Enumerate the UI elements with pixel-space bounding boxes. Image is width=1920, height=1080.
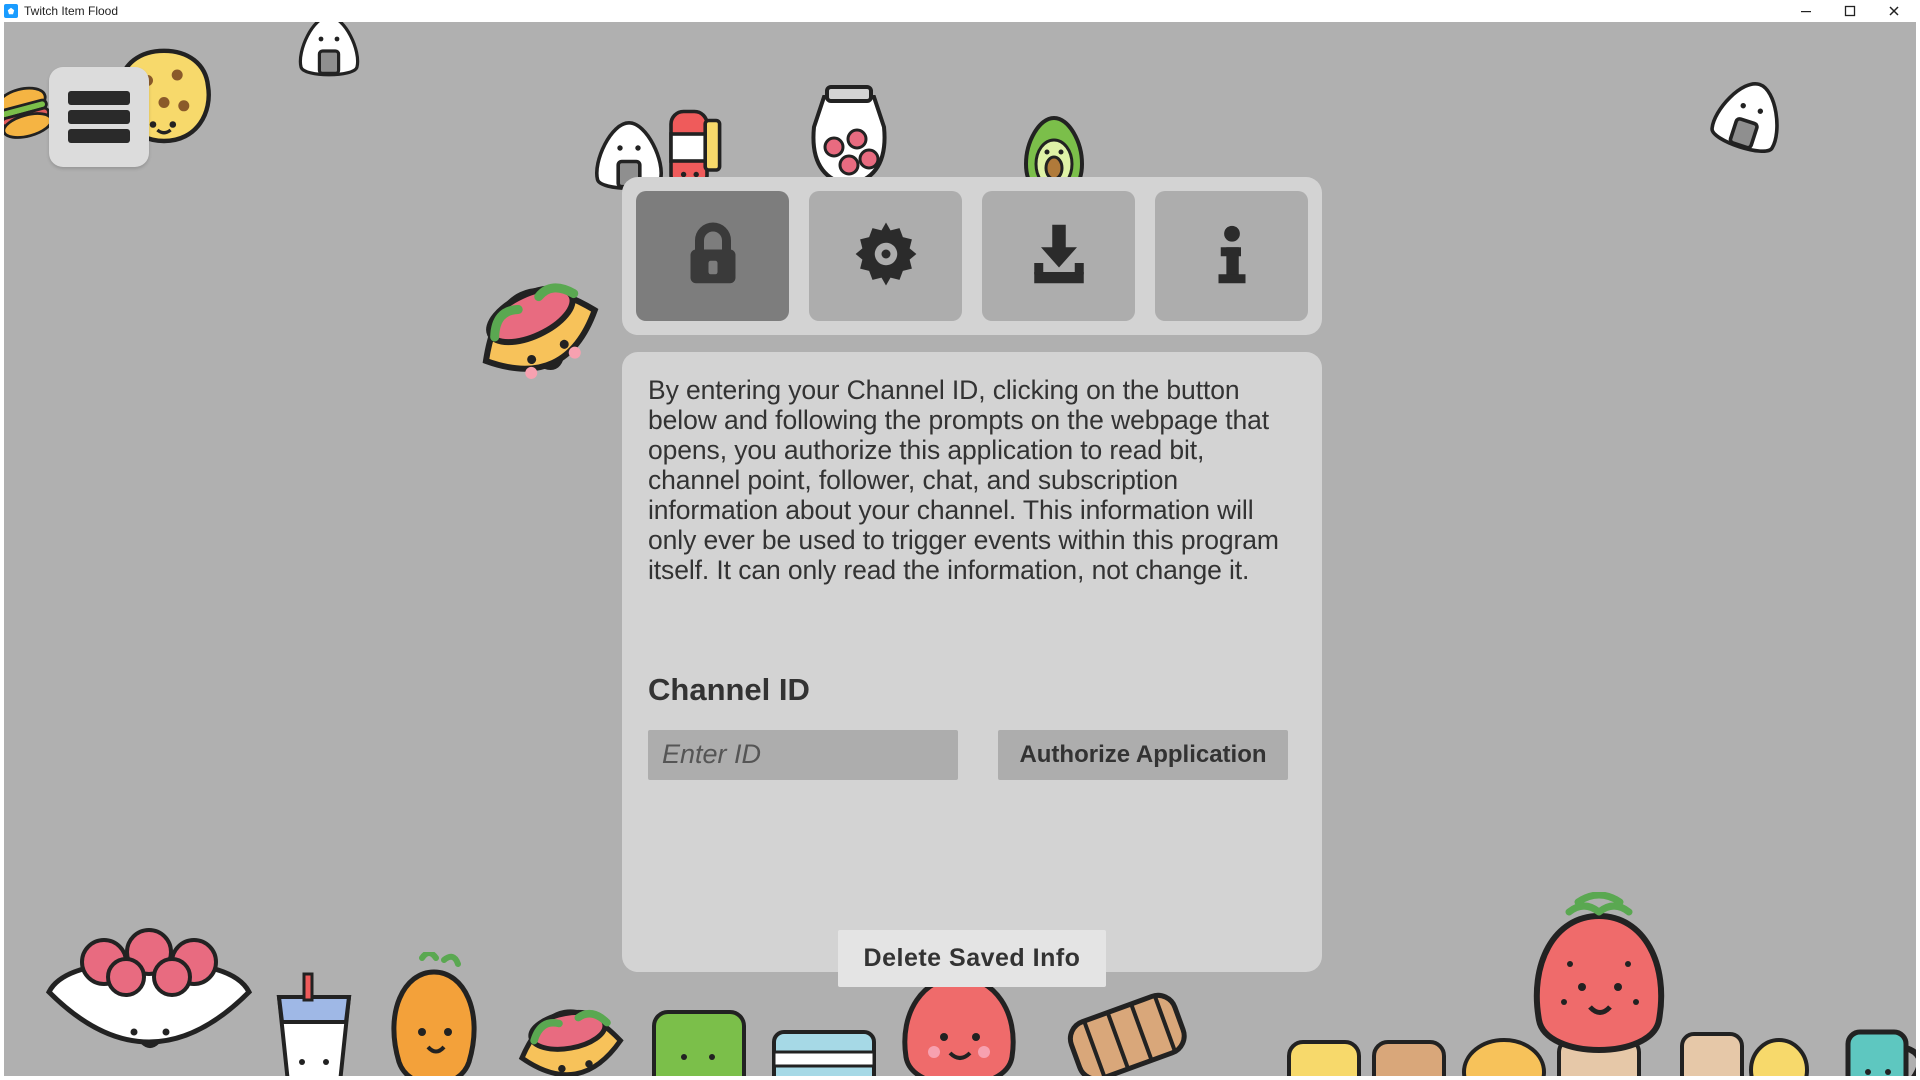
authorization-panel: By entering your Channel ID, clicking on… <box>622 352 1322 972</box>
doodle-onigiri-top <box>289 22 369 87</box>
maximize-button[interactable] <box>1828 0 1872 22</box>
info-icon <box>1196 218 1268 295</box>
minimize-button[interactable] <box>1784 0 1828 22</box>
app-icon <box>4 4 18 18</box>
channel-id-label: Channel ID <box>648 672 1296 708</box>
tab-info[interactable] <box>1155 191 1308 321</box>
channel-id-input[interactable] <box>648 730 958 780</box>
tab-settings[interactable] <box>809 191 962 321</box>
doodle-misc1 <box>1284 1032 1454 1076</box>
doodle-onigiri-right <box>1704 72 1794 162</box>
delete-saved-info-button[interactable]: Delete Saved Info <box>838 930 1107 987</box>
doodle-bag <box>764 1022 884 1076</box>
authorize-button[interactable]: Authorize Application <box>998 730 1288 780</box>
doodle-bread <box>1054 977 1204 1076</box>
tab-bar <box>622 177 1322 335</box>
app-stage: By entering your Channel ID, clicking on… <box>4 22 1916 1076</box>
lock-icon <box>677 218 749 295</box>
doodle-misc3 <box>1674 1022 1814 1076</box>
authorization-description: By entering your Channel ID, clicking on… <box>648 376 1296 586</box>
channel-id-row: Authorize Application <box>648 730 1296 780</box>
doodle-green <box>644 1002 754 1076</box>
window-title: Twitch Item Flood <box>24 4 118 18</box>
window-titlebar: Twitch Item Flood <box>0 0 1920 22</box>
doodle-carrot <box>374 952 504 1076</box>
tab-download[interactable] <box>982 191 1135 321</box>
doodle-mug <box>1834 1012 1916 1076</box>
doodle-taco-bottom <box>494 962 644 1076</box>
hamburger-icon <box>68 91 130 143</box>
doodle-strawberry <box>1514 892 1684 1076</box>
doodle-cup <box>254 972 374 1076</box>
close-button[interactable] <box>1872 0 1916 22</box>
doodle-bowl <box>34 922 264 1076</box>
tab-authorization[interactable] <box>636 191 789 321</box>
menu-button[interactable] <box>49 67 149 167</box>
download-icon <box>1023 218 1095 295</box>
doodle-taco <box>444 232 624 412</box>
gear-icon <box>850 218 922 295</box>
